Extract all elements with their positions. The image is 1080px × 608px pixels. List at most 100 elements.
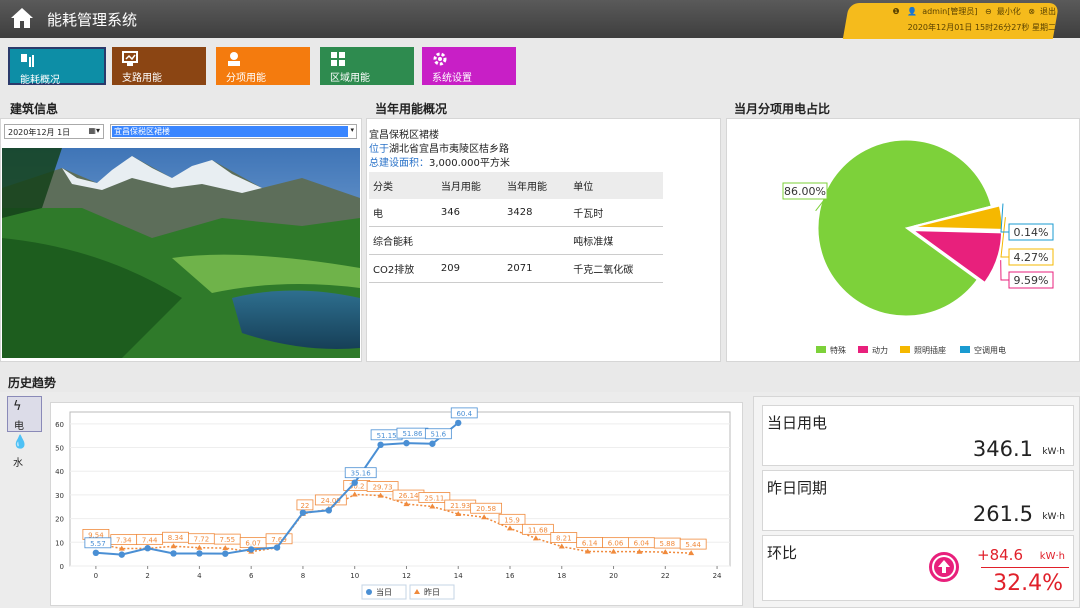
data-point[interactable]	[429, 440, 436, 447]
data-point[interactable]	[144, 545, 151, 552]
pie-heading: 当月分项用电占比	[734, 102, 831, 116]
data-point[interactable]	[92, 549, 100, 557]
stat-label: 当日用电	[767, 414, 828, 432]
y-tick-label: 50	[55, 445, 64, 453]
legend-label[interactable]: 当日	[376, 587, 392, 597]
legend-label[interactable]: 照明插座	[914, 345, 946, 355]
minimize-icon[interactable]: ⊖	[985, 7, 992, 16]
pie-label: 4.27%	[1014, 251, 1049, 264]
legend-label[interactable]: 昨日	[424, 587, 440, 597]
data-label: 21.93	[450, 502, 470, 510]
data-label: 22	[300, 502, 309, 510]
legend-swatch[interactable]	[816, 346, 826, 353]
pie-chart: 86.00% 9.59% 4.27% 0.14% 特殊 动力 照明插座 空调用电	[782, 139, 1054, 355]
data-point[interactable]	[299, 509, 307, 516]
building-select[interactable]: 宜昌保税区裙楼 ▾	[110, 124, 357, 139]
nav-button-3[interactable]: 分项用能	[216, 47, 310, 85]
table-cell	[503, 226, 570, 255]
data-point[interactable]	[273, 544, 281, 551]
y-tick-label: 30	[55, 492, 64, 500]
pie-label: 9.59%	[1014, 274, 1049, 287]
up-arrow-icon	[929, 552, 959, 582]
x-tick-label: 8	[301, 572, 305, 580]
stat-yesterday: 昨日同期 261.5 kW·h	[762, 470, 1074, 531]
nav-button-5[interactable]: 系统设置	[422, 47, 516, 85]
tab-water[interactable]: 💧 水	[7, 434, 42, 469]
table-cell: 3428	[503, 199, 570, 227]
y-tick-label: 0	[60, 563, 64, 571]
user-name[interactable]: admin[管理员]	[922, 7, 977, 16]
data-point[interactable]	[118, 551, 125, 558]
chevron-down-icon[interactable]: ▾	[350, 126, 354, 134]
data-label: 8.34	[168, 534, 184, 542]
data-label: 5.44	[685, 541, 701, 549]
nav-button-2[interactable]: 支路用能	[112, 47, 206, 85]
calendar-icon[interactable]: ▦▾	[88, 126, 100, 135]
table-cell: 电	[369, 199, 437, 227]
data-point[interactable]	[170, 550, 177, 557]
data-point[interactable]	[247, 546, 255, 553]
col-header: 当月用能	[436, 172, 504, 199]
col-header: 分类	[369, 172, 437, 199]
history-line-chart: 01020304050600 2 4 6 8 10 12 14 16 18 20 22 249.547.…	[55, 407, 731, 600]
data-label: 7.55	[219, 536, 235, 544]
nav-label: 区域用能	[330, 73, 370, 84]
minimize-link[interactable]: 最小化	[997, 7, 1021, 16]
building-photo	[2, 148, 360, 358]
nav-label: 分项用能	[226, 73, 266, 84]
logout-icon[interactable]: ⊗	[1028, 7, 1035, 16]
grid-icon	[330, 51, 346, 67]
table-cell: 346	[436, 199, 504, 227]
x-tick-label: 20	[609, 572, 618, 580]
legend-swatch[interactable]	[960, 346, 970, 353]
date-picker[interactable]: 2020年12月 1日 ▦▾	[4, 124, 104, 139]
nav-button-4[interactable]: 区域用能	[320, 47, 414, 85]
data-label: 29.73	[373, 484, 393, 492]
area-value: 3,000.000平方米	[429, 158, 510, 169]
energy-overview-icon	[20, 53, 36, 69]
table-row: 综合能耗 吨标准煤	[369, 226, 663, 255]
table-cell: 综合能耗	[369, 226, 437, 255]
history-heading: 历史趋势	[8, 376, 57, 390]
legend-swatch[interactable]	[900, 346, 910, 353]
data-label: 11.68	[528, 526, 548, 534]
data-label: 35.16	[351, 470, 372, 478]
stat-value: 346.1	[972, 437, 1033, 461]
info-icon[interactable]: ❶	[893, 7, 900, 16]
nav-button-1[interactable]: 能耗概况	[8, 47, 106, 86]
legend-label[interactable]: 空调用电	[974, 345, 1006, 355]
nav-label: 系统设置	[432, 73, 472, 84]
tab-electricity[interactable]: ϟ 电	[7, 396, 42, 432]
stat-today: 当日用电 346.1 kW·h	[762, 405, 1074, 466]
user-icon	[226, 51, 242, 67]
legend-label[interactable]: 特殊	[830, 345, 846, 355]
logout-link[interactable]: 退出	[1040, 7, 1056, 16]
x-tick-label: 22	[661, 572, 670, 580]
x-tick-label: 24	[713, 572, 722, 580]
data-point[interactable]	[196, 550, 203, 557]
date-value: 2020年12月 1日	[8, 128, 71, 137]
data-point[interactable]	[403, 439, 410, 447]
data-point[interactable]	[325, 507, 333, 514]
data-point[interactable]	[351, 479, 358, 486]
data-point[interactable]	[222, 550, 229, 557]
pie-label: 0.14%	[1014, 226, 1049, 239]
divider	[981, 567, 1069, 568]
data-label: 6.06	[608, 540, 624, 548]
home-icon[interactable]	[10, 7, 34, 29]
table-cell: CO2排放	[369, 254, 437, 283]
legend-label[interactable]: 动力	[872, 345, 888, 355]
data-point[interactable]	[455, 419, 462, 427]
table-header-row: 分类 当月用能 当年用能 单位	[369, 172, 663, 199]
stat-ratio: 环比 +84.6 kW·h 32.4%	[762, 535, 1074, 601]
y-tick-label: 40	[55, 468, 64, 476]
area-label: 总建设面积：	[369, 158, 429, 169]
energy-table: 分类 当月用能 当年用能 单位 电 346 3428 千瓦时 综合能耗 吨标准煤…	[369, 172, 663, 283]
annual-heading: 当年用能概况	[375, 102, 448, 116]
data-point[interactable]	[377, 441, 384, 449]
data-label: 6.07	[245, 540, 261, 548]
building-heading: 建筑信息	[10, 102, 59, 116]
data-label: 15.9	[504, 516, 520, 524]
data-label: 7.44	[142, 536, 158, 544]
legend-swatch[interactable]	[858, 346, 868, 353]
